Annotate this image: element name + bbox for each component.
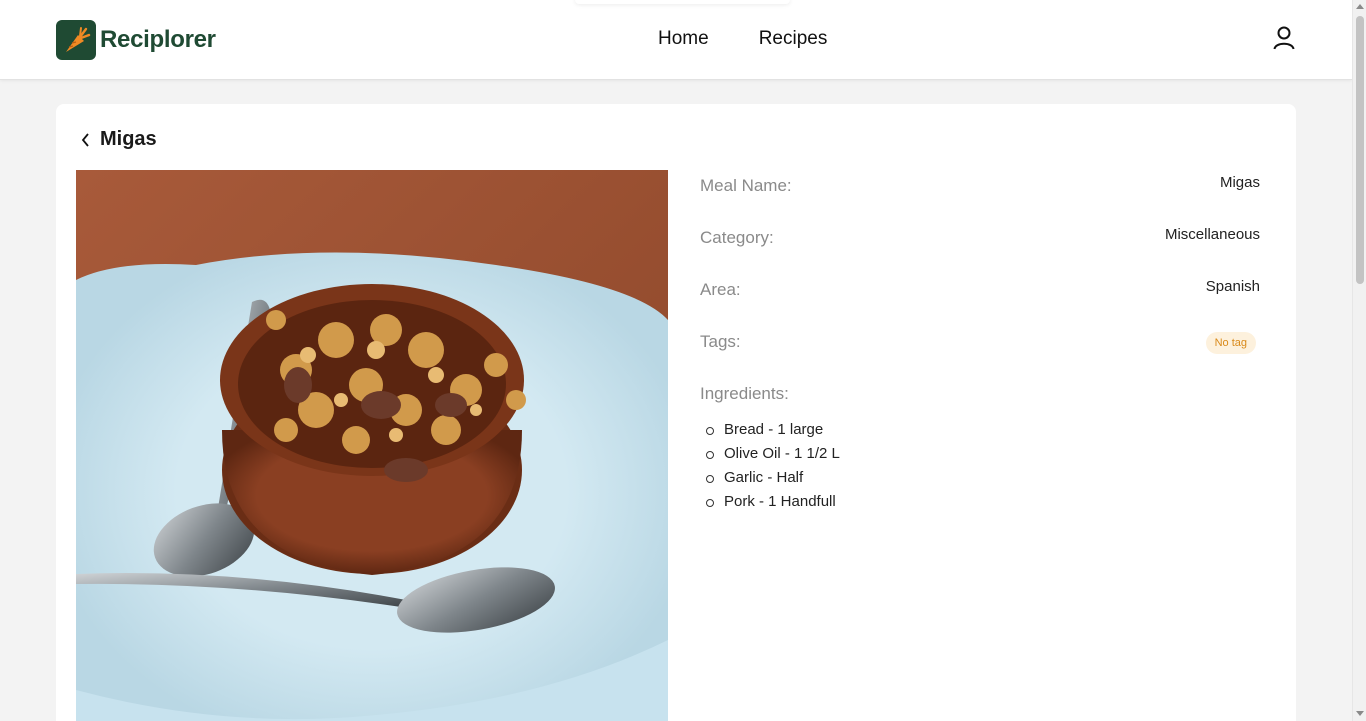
ingredient-item: Garlic - Half xyxy=(706,466,1260,490)
tags-label: Tags: xyxy=(700,332,741,351)
category-label: Category: xyxy=(700,228,774,247)
user-icon xyxy=(1273,26,1295,55)
page-header: Migas xyxy=(80,128,157,151)
top-tooltip-shadow xyxy=(575,0,790,4)
brand-name: Reciplorer xyxy=(100,26,216,53)
scroll-down-arrow-icon[interactable] xyxy=(1356,711,1364,716)
ingredients-label: Ingredients: xyxy=(700,384,789,403)
scroll-up-arrow-icon[interactable] xyxy=(1356,4,1364,9)
category-row: Category: Miscellaneous xyxy=(700,222,1260,274)
area-label: Area: xyxy=(700,280,741,299)
meal-details: Meal Name: Migas Category: Miscellaneous… xyxy=(700,170,1260,514)
chevron-left-icon xyxy=(81,132,89,147)
scroll-thumb[interactable] xyxy=(1356,16,1364,284)
meal-name-row: Meal Name: Migas xyxy=(700,170,1260,222)
tag-badge: No tag xyxy=(1205,332,1256,354)
meal-name-value: Migas xyxy=(1219,174,1260,191)
recipe-detail-card: Migas Meal Name: Migas Category: Miscell… xyxy=(56,104,1296,721)
area-row: Area: Spanish xyxy=(700,274,1260,326)
ingredient-item: Pork - 1 Handfull xyxy=(706,490,1260,514)
user-profile-button[interactable] xyxy=(1271,26,1297,55)
ingredient-item: Olive Oil - 1 1/2 L xyxy=(706,442,1260,466)
category-value: Miscellaneous xyxy=(1164,226,1260,243)
ingredient-item: Bread - 1 large xyxy=(706,418,1260,442)
area-value: Spanish xyxy=(1205,278,1260,295)
meal-name-label: Meal Name: xyxy=(700,176,792,195)
main-nav: Home Recipes xyxy=(658,28,827,50)
meal-image xyxy=(76,170,668,721)
back-button[interactable] xyxy=(80,129,96,151)
nav-home-link[interactable]: Home xyxy=(658,28,709,50)
top-navbar: Reciplorer Home Recipes xyxy=(0,0,1352,80)
tags-row: Tags: No tag xyxy=(700,326,1260,378)
page-scrollbar[interactable] xyxy=(1352,0,1366,721)
ingredients-list: Bread - 1 large Olive Oil - 1 1/2 L Garl… xyxy=(700,418,1260,514)
brand-logo-link[interactable]: Reciplorer xyxy=(56,20,216,60)
carrot-icon xyxy=(56,20,96,60)
page-title: Migas xyxy=(100,128,157,150)
nav-recipes-link[interactable]: Recipes xyxy=(759,28,828,50)
